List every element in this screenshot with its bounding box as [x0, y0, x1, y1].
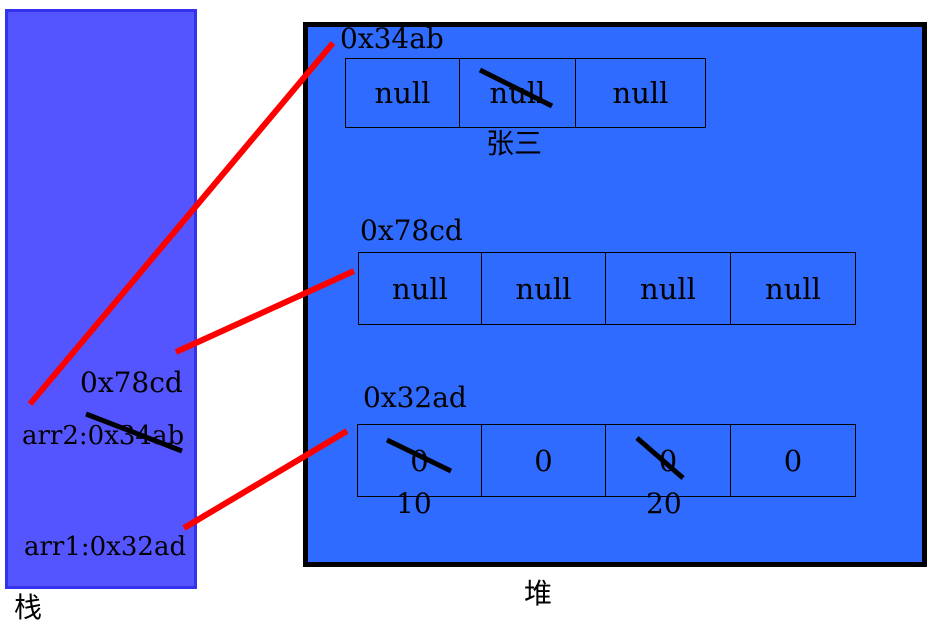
strike-array-a-cell-1: [478, 67, 554, 109]
pointer-overlay: [27, 41, 685, 531]
strike-arr2-old: [85, 411, 183, 454]
pointer-arr1: [182, 428, 349, 531]
pointer-arr2-new: [174, 268, 356, 355]
strike-array-c-cell-2: [635, 436, 685, 480]
strike-array-c-cell-0: [385, 437, 453, 474]
